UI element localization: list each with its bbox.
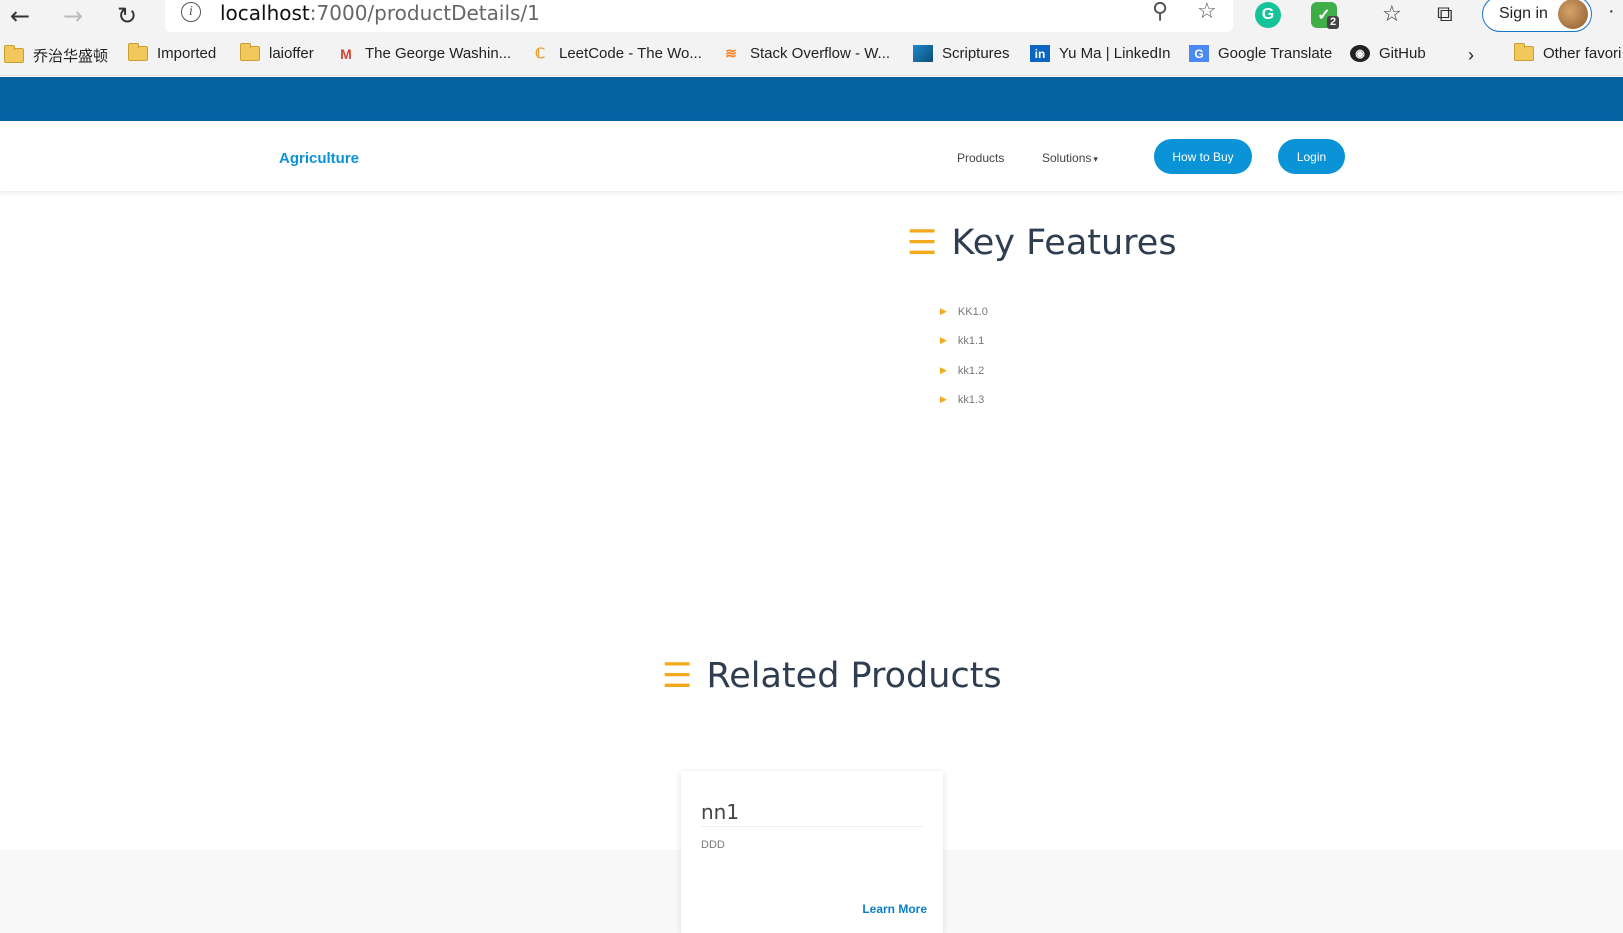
feature-label: KK1.0 [957, 305, 988, 318]
bookmarks-bar: 乔治华盛顿 Imported laioffer M The George Wash… [0, 36, 1623, 76]
triangle-bullet-icon: ▶ [940, 306, 947, 317]
bookmark-label: Stack Overflow - W... [750, 45, 891, 62]
zoom-icon[interactable]: ⚲ [1152, 0, 1168, 24]
bookmark-label: GitHub [1379, 45, 1426, 62]
how-to-buy-button[interactable]: How to Buy [1154, 139, 1252, 174]
forward-arrow-icon[interactable]: → [58, 2, 88, 30]
linkedin-icon: in [1030, 45, 1050, 62]
product-card[interactable]: nn1 DDD Learn More [681, 771, 943, 933]
back-arrow-icon[interactable]: ← [5, 2, 35, 30]
folder-icon [128, 43, 148, 61]
translate-icon: G [1189, 45, 1209, 62]
reload-icon[interactable]: ↻ [112, 2, 142, 30]
bookmark-item[interactable]: 乔治华盛顿 [4, 45, 108, 66]
top-banner [0, 77, 1623, 121]
bookmark-label: LeetCode - The Wo... [559, 45, 702, 62]
list-item: ▶ kk1.1 [940, 327, 988, 357]
chevron-right-icon[interactable]: › [1468, 45, 1474, 66]
section-bars-icon: ☰ [907, 223, 938, 263]
bookmark-item[interactable]: ◉ GitHub [1350, 45, 1426, 62]
section-bars-icon: ☰ [662, 656, 693, 696]
other-favorites-label: Other favori [1543, 45, 1622, 62]
bookmark-item[interactable]: G Google Translate [1189, 45, 1332, 62]
nav-products[interactable]: Products [957, 151, 1004, 165]
triangle-bullet-icon: ▶ [940, 365, 947, 376]
favorites-list-icon[interactable]: ☆ [1382, 2, 1402, 27]
key-features-list: ▶ KK1.0 ▶ kk1.1 ▶ kk1.2 ▶ kk1.3 [940, 297, 988, 415]
site-header: Agriculture Products Solutions ▾ How to B… [0, 121, 1623, 191]
bookmark-label: Yu Ma | LinkedIn [1059, 45, 1171, 62]
divider [701, 826, 923, 827]
github-icon: ◉ [1350, 45, 1370, 62]
scriptures-icon [913, 45, 933, 62]
bookmark-item[interactable]: Scriptures [913, 45, 1010, 62]
section-title: Related Products [706, 656, 1002, 696]
product-card-title: nn1 [701, 800, 740, 824]
chevron-down-icon: ▾ [1093, 155, 1098, 165]
gmail-icon: M [340, 45, 352, 62]
bookmark-item[interactable]: M The George Washin... [336, 45, 511, 62]
list-item: ▶ KK1.0 [940, 297, 988, 327]
bookmark-item[interactable]: ≋ Stack Overflow - W... [721, 45, 890, 62]
grammarly-icon[interactable]: G [1255, 2, 1281, 28]
feature-label: kk1.3 [957, 394, 985, 407]
brand-logo[interactable]: Agriculture [279, 150, 359, 167]
key-features-heading: ☰ Key Features [907, 223, 1177, 263]
shield-extension-icon[interactable]: ✓ 2 [1311, 2, 1340, 29]
bookmark-item[interactable]: ℂ LeetCode - The Wo... [530, 45, 702, 62]
favorite-star-icon[interactable]: ☆ [1197, 0, 1217, 24]
url-text[interactable]: localhost:7000/productDetails/1 [220, 1, 540, 25]
sign-in-label: Sign in [1499, 5, 1548, 22]
collections-icon[interactable]: ⧉ [1437, 2, 1453, 27]
extension-badge: 2 [1327, 16, 1340, 29]
feature-label: kk1.2 [957, 364, 985, 377]
nav-solutions-label: Solutions [1042, 151, 1092, 165]
nav-solutions[interactable]: Solutions ▾ [1042, 151, 1098, 165]
bookmark-item[interactable]: in Yu Ma | LinkedIn [1030, 45, 1170, 62]
folder-icon [1514, 43, 1534, 61]
bookmark-label: laioffer [269, 45, 314, 62]
browser-toolbar: ← → ↻ i localhost:7000/productDetails/1 … [0, 0, 1623, 36]
product-card-description: DDD [701, 839, 725, 851]
avatar [1558, 0, 1588, 29]
bookmark-label: Google Translate [1218, 45, 1333, 62]
feature-label: kk1.1 [957, 335, 985, 348]
learn-more-link[interactable]: Learn More [862, 902, 927, 916]
bookmark-item[interactable]: Imported [128, 43, 217, 62]
folder-icon [4, 45, 24, 63]
bookmark-label: Imported [157, 45, 217, 62]
login-button[interactable]: Login [1278, 139, 1345, 174]
site-info-icon[interactable]: i [181, 2, 201, 22]
bookmark-label: 乔治华盛顿 [33, 48, 109, 65]
related-products-heading: ☰ Related Products [662, 656, 1002, 696]
other-favorites[interactable]: Other favori [1514, 43, 1622, 62]
leetcode-icon: ℂ [535, 45, 545, 61]
list-item: ▶ kk1.3 [940, 386, 988, 416]
folder-icon [240, 43, 260, 61]
bookmark-label: Scriptures [942, 45, 1010, 62]
triangle-bullet-icon: ▶ [940, 395, 947, 406]
sign-in-button[interactable]: Sign in [1482, 0, 1592, 32]
bookmark-item[interactable]: laioffer [240, 43, 314, 62]
address-bar[interactable]: i localhost:7000/productDetails/1 ⚲ ☆ [165, 0, 1233, 32]
triangle-bullet-icon: ▶ [940, 336, 947, 347]
list-item: ▶ kk1.2 [940, 356, 988, 386]
bookmark-label: The George Washin... [365, 45, 512, 62]
more-menu-icon[interactable]: · [1608, 0, 1615, 23]
section-title: Key Features [951, 223, 1177, 263]
stackoverflow-icon: ≋ [725, 45, 737, 61]
